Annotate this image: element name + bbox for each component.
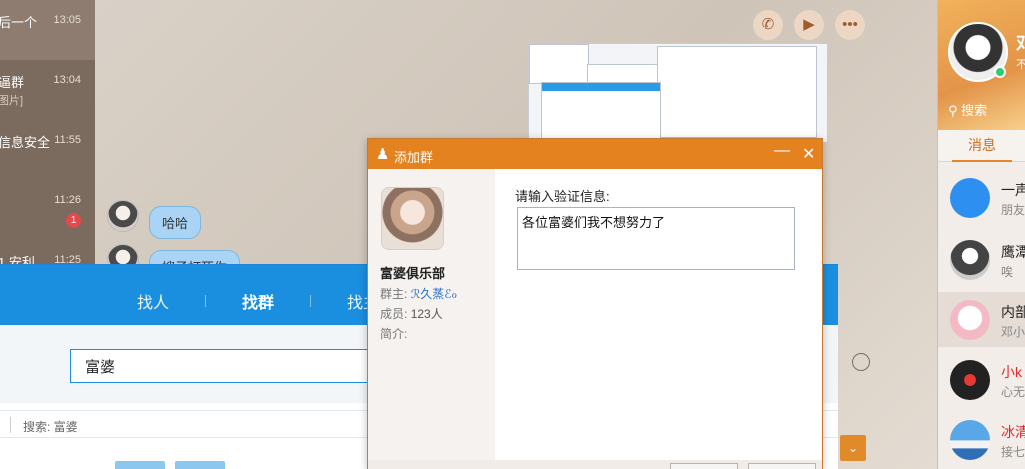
session-item[interactable]: 逼群 图片] 13:04 <box>0 60 95 120</box>
avatar[interactable] <box>107 200 139 232</box>
qq-main-panel: 邓 不 ⚲ 搜索 消息 一声 朋友 鹰潭 唉 内部 邓小 小k 心无 冰清 接七 <box>937 0 1025 469</box>
contact-name: 内部 <box>1001 304 1025 320</box>
session-time: 11:26 <box>54 194 81 206</box>
avatar <box>950 240 990 280</box>
owner-value[interactable]: ℛ久蒸ℰℴ <box>411 287 457 301</box>
avatar <box>950 360 990 400</box>
qq-penguin-icon: ♟ <box>376 146 390 163</box>
contact-item[interactable]: 小k 心无 <box>938 352 1025 407</box>
verify-panel: 请输入验证信息: 各位富婆们我不想努力了 <box>495 169 822 468</box>
avatar <box>950 300 990 340</box>
members-label: 成员: <box>380 307 408 321</box>
session-preview: 图片] <box>0 95 24 107</box>
avatar <box>950 178 990 218</box>
dialog-titlebar[interactable]: ♟ 添加群 — ✕ <box>368 139 822 169</box>
search-input[interactable]: ⚲ 搜索 <box>948 100 987 119</box>
contact-item[interactable]: 鹰潭 唉 <box>938 232 1025 287</box>
add-group-dialog: ♟ 添加群 — ✕ 富婆俱乐部 群主: ℛ久蒸ℰℴ 成员: 123人 简介: 请… <box>367 138 823 469</box>
owner-label: 群主: <box>380 287 408 301</box>
search-placeholder: 搜索 <box>961 103 988 118</box>
contact-name: 冰清 <box>1001 424 1025 440</box>
signature[interactable]: 不 <box>1016 56 1025 72</box>
online-status-icon[interactable] <box>994 66 1006 78</box>
dialog-title: 添加群 <box>394 150 434 165</box>
contact-preview: 心无 <box>1001 385 1025 399</box>
session-title: 信息安全 <box>0 135 51 150</box>
contact-item[interactable]: 冰清 接七 <box>938 412 1025 467</box>
panel-tabs: 消息 <box>938 130 1025 162</box>
avatar <box>950 420 990 460</box>
search-input[interactable] <box>70 349 390 383</box>
contact-preview: 朋友 <box>1001 203 1025 217</box>
members-value: 123人 <box>410 307 443 321</box>
session-title: 逼群 <box>0 75 25 90</box>
contact-preview: 接七 <box>1001 445 1025 459</box>
divider <box>10 417 11 433</box>
contact-item[interactable]: 内部 邓小 <box>938 292 1025 347</box>
group-name: 富婆俱乐部 <box>380 266 446 281</box>
verify-label: 请输入验证信息: <box>515 189 610 204</box>
session-time: 13:04 <box>53 74 81 86</box>
cancel-button[interactable] <box>748 463 816 469</box>
contact-name: 一声 <box>1001 182 1025 198</box>
phone-icon[interactable]: ✆ <box>753 10 783 40</box>
add-button[interactable] <box>175 461 225 469</box>
screenshot-thumbnail <box>528 43 828 143</box>
unread-badge: 1 <box>66 213 81 228</box>
tab-divider <box>205 295 206 307</box>
tab-divider <box>310 295 311 307</box>
next-button[interactable] <box>670 463 738 469</box>
session-title: 后一个 <box>0 15 38 30</box>
join-button[interactable] <box>115 461 165 469</box>
group-intro-row: 简介: <box>380 325 407 342</box>
group-avatar <box>381 187 444 250</box>
video-icon[interactable]: ▶ <box>794 10 824 40</box>
group-info-panel: 富婆俱乐部 群主: ℛ久蒸ℰℴ 成员: 123人 简介: <box>368 169 495 468</box>
intro-label: 简介: <box>380 327 408 341</box>
more-icon[interactable]: ••• <box>835 10 865 40</box>
tab-find-people[interactable]: 找人 <box>137 289 169 313</box>
group-members-row: 成员: 123人 <box>380 305 443 322</box>
history-clock-icon[interactable] <box>852 353 870 371</box>
session-item[interactable]: 11:26 <box>0 180 95 240</box>
chevron-down-icon[interactable]: ⌄ <box>840 435 866 461</box>
verify-message-input[interactable]: 各位富婆们我不想努力了 <box>517 207 795 270</box>
close-icon[interactable]: ✕ <box>802 144 815 164</box>
search-icon: ⚲ <box>948 103 958 118</box>
contact-preview: 邓小 <box>1001 325 1025 339</box>
session-time: 13:05 <box>53 14 81 26</box>
message-bubble: 哈哈 <box>149 206 202 239</box>
minimize-icon[interactable]: — <box>774 142 790 160</box>
tab-messages[interactable]: 消息 <box>952 130 1012 162</box>
tab-find-group[interactable]: 找群 <box>242 289 274 313</box>
contact-name: 小k <box>1001 364 1022 380</box>
group-owner-row: 群主: ℛ久蒸ℰℴ <box>380 285 457 302</box>
session-item[interactable]: 后一个 13:05 <box>0 0 95 60</box>
session-time: 11:55 <box>54 134 81 146</box>
nickname: 邓 <box>1016 30 1025 56</box>
contact-preview: 唉 <box>1001 265 1014 279</box>
contact-name: 鹰潭 <box>1001 244 1025 260</box>
search-crumb-text: 搜索: 富婆 <box>23 420 78 434</box>
contact-item[interactable]: 一声 朋友 <box>938 170 1025 225</box>
profile-header: 邓 不 ⚲ 搜索 <box>938 0 1025 130</box>
session-item[interactable]: 信息安全 11:55 <box>0 120 95 180</box>
